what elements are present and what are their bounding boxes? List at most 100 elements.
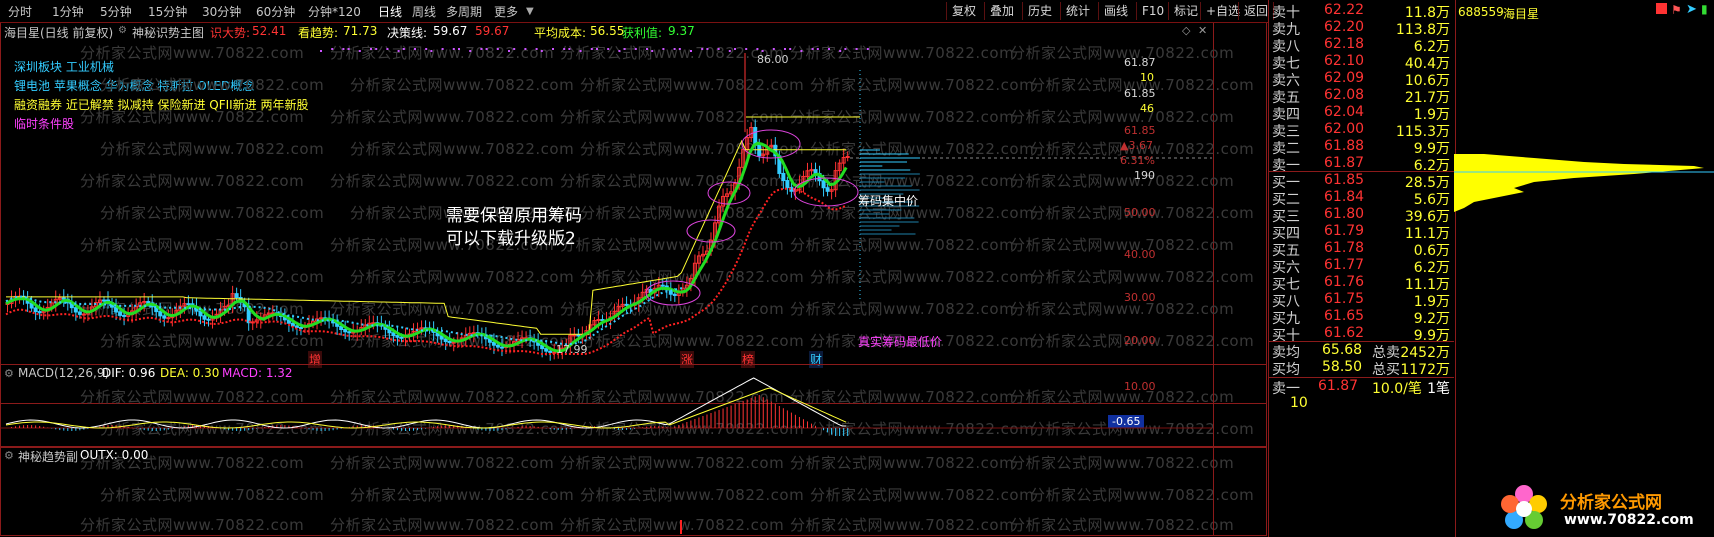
top-dot xyxy=(331,48,334,50)
candle-body xyxy=(118,311,123,316)
fuquan-button[interactable]: 复权 xyxy=(946,2,981,20)
lowest-chip-label: 真实筹码最低价 xyxy=(858,335,943,349)
overlay-button[interactable]: 叠加 xyxy=(984,2,1019,20)
candle-body xyxy=(447,340,452,344)
top-dot xyxy=(618,50,621,52)
top-dot xyxy=(320,50,322,52)
history-button[interactable]: 历史 xyxy=(1022,2,1057,20)
top-dot xyxy=(734,48,736,50)
period-tab-120min[interactable]: 分钟*120 xyxy=(308,3,361,20)
total-bid-label: 总买 xyxy=(1372,362,1400,378)
top-dot xyxy=(646,48,648,50)
bid-row[interactable]: 买三 61.80 39.6万 xyxy=(1268,206,1454,225)
chart-mini-icon[interactable]: ▮ xyxy=(1701,2,1708,16)
macd-chart[interactable] xyxy=(0,364,1212,446)
top-dot xyxy=(358,50,361,52)
axis-vol-tag: 190 xyxy=(1134,169,1155,182)
sub-indicator-frame[interactable] xyxy=(0,446,1214,536)
period-tab-1min[interactable]: 1分钟 xyxy=(52,3,84,20)
indicator-name[interactable]: 神秘识势主图 xyxy=(132,24,204,41)
ask-row[interactable]: 卖十 62.22 11.8万 xyxy=(1268,2,1454,21)
orderbook-panel: 卖十 62.22 11.8万 卖九 62.20 113.8万 卖八 62.18 6.2万 卖七 62… xyxy=(1268,0,1714,537)
close-icon[interactable]: ✕ xyxy=(1198,24,1207,37)
bid-price: 61.65 xyxy=(1324,308,1365,324)
f10-button[interactable]: F10 xyxy=(1136,2,1169,20)
ask-row[interactable]: 卖六 62.09 10.6万 xyxy=(1268,70,1454,89)
ask-row[interactable]: 卖三 62.00 115.3万 xyxy=(1268,121,1454,140)
ask-price: 61.88 xyxy=(1324,138,1365,154)
bid-price: 61.80 xyxy=(1324,206,1365,222)
period-tab-daily[interactable]: 日线 xyxy=(378,3,402,20)
period-tab-fenshi[interactable]: 分时 xyxy=(8,3,32,20)
ask-row[interactable]: 卖八 62.18 6.2万 xyxy=(1268,36,1454,55)
top-dot xyxy=(717,48,720,50)
draw-line-button[interactable]: 画线 xyxy=(1098,2,1133,20)
top-dot xyxy=(402,48,405,50)
top-dot xyxy=(756,48,759,50)
bid-row[interactable]: 买六 61.77 6.2万 xyxy=(1268,257,1454,276)
candle-body xyxy=(825,187,830,192)
top-dot xyxy=(375,48,378,50)
bid-row[interactable]: 买七 61.76 11.1万 xyxy=(1268,274,1454,293)
top-dot xyxy=(535,48,538,50)
ask-price: 62.08 xyxy=(1324,87,1365,103)
top-dot xyxy=(452,48,455,50)
avg-ask-value: 65.68 xyxy=(1322,342,1363,358)
avg-cost-label: 平均成本: xyxy=(534,26,587,40)
axis-tick-40: 40.00 xyxy=(1124,248,1156,261)
top-dot xyxy=(855,48,858,50)
collapse-icon[interactable]: ◇ xyxy=(1182,24,1190,37)
bid-row[interactable]: 买九 61.65 9.2万 xyxy=(1268,308,1454,327)
bid-price: 61.85 xyxy=(1324,172,1365,188)
period-tab-60min[interactable]: 60分钟 xyxy=(256,3,295,20)
ask-price: 62.18 xyxy=(1324,36,1365,52)
top-dot xyxy=(651,50,654,52)
ask-row[interactable]: 卖四 62.04 1.9万 xyxy=(1268,104,1454,123)
candle-body xyxy=(186,303,191,306)
ask-row[interactable]: 卖五 62.08 21.7万 xyxy=(1268,87,1454,106)
top-dot xyxy=(607,48,610,50)
bid-row[interactable]: 买八 61.75 1.9万 xyxy=(1268,291,1454,310)
period-tab-more[interactable]: 更多 xyxy=(494,3,518,20)
bid-row[interactable]: 买十 61.62 9.9万 xyxy=(1268,325,1454,344)
top-dot xyxy=(728,50,731,52)
period-tab-5min[interactable]: 5分钟 xyxy=(100,3,132,20)
candlestick-chart[interactable] xyxy=(0,40,1212,402)
ask-row[interactable]: 卖七 62.10 40.4万 xyxy=(1268,53,1454,72)
top-dot xyxy=(370,48,372,50)
mark-button[interactable]: 标记 xyxy=(1168,2,1203,20)
period-tab-30min[interactable]: 30分钟 xyxy=(202,3,241,20)
sub-settings-icon[interactable]: ⚙ xyxy=(4,449,14,462)
candle-body xyxy=(757,144,762,157)
ask-row[interactable]: 卖九 62.20 113.8万 xyxy=(1268,19,1454,38)
period-tab-15min[interactable]: 15分钟 xyxy=(148,3,187,20)
bid-row[interactable]: 买一 61.85 28.5万 xyxy=(1268,172,1454,191)
ask-row[interactable]: 卖一 61.87 6.2万 xyxy=(1268,155,1454,174)
top-purple-dots xyxy=(320,48,869,52)
candle-body xyxy=(548,350,553,353)
sell-label: 识大势: xyxy=(210,26,251,40)
candle-body xyxy=(298,326,303,329)
more-dropdown-icon[interactable]: ▼ xyxy=(526,6,534,17)
flag-icon[interactable]: ⚑ xyxy=(1671,3,1682,17)
macd-bars xyxy=(11,395,849,436)
arrow-icon[interactable]: ➤ xyxy=(1686,2,1697,17)
candle-body xyxy=(785,180,790,189)
top-dot xyxy=(342,48,345,50)
note-line-2: 可以下载升级版2 xyxy=(446,229,576,249)
period-tab-multi[interactable]: 多周期 xyxy=(446,3,482,20)
bid-row[interactable]: 买五 61.78 0.6万 xyxy=(1268,240,1454,259)
top-dot xyxy=(496,48,499,50)
period-tab-weekly[interactable]: 周线 xyxy=(412,3,436,20)
bid-row[interactable]: 买二 61.84 5.6万 xyxy=(1268,189,1454,208)
flag-red-icon[interactable] xyxy=(1656,3,1667,14)
bid-row[interactable]: 买四 61.79 11.1万 xyxy=(1268,223,1454,242)
stats-button[interactable]: 统计 xyxy=(1060,2,1095,20)
logo-title: 分析家公式网 xyxy=(1560,493,1662,513)
settings-icon[interactable]: ⚙ xyxy=(118,25,127,36)
ask-price: 62.04 xyxy=(1324,104,1365,120)
sub-title[interactable]: 神秘趋势副 xyxy=(18,448,78,465)
top-dot xyxy=(772,48,775,50)
ask-row[interactable]: 卖二 61.88 9.9万 xyxy=(1268,138,1454,157)
ask-price: 62.22 xyxy=(1324,2,1365,18)
